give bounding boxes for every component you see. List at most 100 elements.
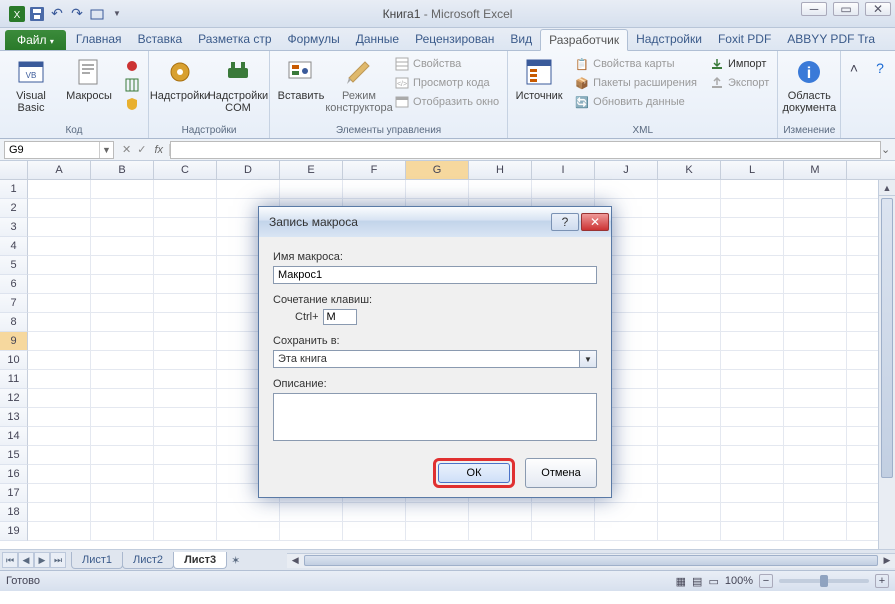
qat-item[interactable] bbox=[88, 5, 106, 23]
cell-M2[interactable] bbox=[784, 199, 847, 217]
macro-name-input[interactable] bbox=[273, 266, 597, 284]
excel-icon[interactable]: X bbox=[8, 5, 26, 23]
colhdr-M[interactable]: M bbox=[784, 161, 847, 179]
cell-L2[interactable] bbox=[721, 199, 784, 217]
cell-K9[interactable] bbox=[658, 332, 721, 350]
tab-рецензирован[interactable]: Рецензирован bbox=[407, 29, 502, 50]
cell-L6[interactable] bbox=[721, 275, 784, 293]
com-addins-button[interactable]: Надстройки COM bbox=[211, 53, 265, 117]
cell-A8[interactable] bbox=[28, 313, 91, 331]
tab-разработчик[interactable]: Разработчик bbox=[540, 29, 628, 51]
tab-главная[interactable]: Главная bbox=[68, 29, 130, 50]
cell-A12[interactable] bbox=[28, 389, 91, 407]
cell-M6[interactable] bbox=[784, 275, 847, 293]
cell-A7[interactable] bbox=[28, 294, 91, 312]
cell-K17[interactable] bbox=[658, 484, 721, 502]
cell-F1[interactable] bbox=[343, 180, 406, 198]
cell-C5[interactable] bbox=[154, 256, 217, 274]
ok-button[interactable]: ОК bbox=[438, 463, 510, 483]
cell-H1[interactable] bbox=[469, 180, 532, 198]
cell-K13[interactable] bbox=[658, 408, 721, 426]
cell-K5[interactable] bbox=[658, 256, 721, 274]
cell-B19[interactable] bbox=[91, 522, 154, 540]
cell-C17[interactable] bbox=[154, 484, 217, 502]
dialog-help-button[interactable]: ? bbox=[551, 213, 579, 231]
restore-button[interactable]: ▭ bbox=[833, 2, 859, 16]
cell-C4[interactable] bbox=[154, 237, 217, 255]
cell-L7[interactable] bbox=[721, 294, 784, 312]
cell-A1[interactable] bbox=[28, 180, 91, 198]
cell-L10[interactable] bbox=[721, 351, 784, 369]
cell-M7[interactable] bbox=[784, 294, 847, 312]
colhdr-E[interactable]: E bbox=[280, 161, 343, 179]
new-sheet-icon[interactable]: ✶ bbox=[231, 554, 247, 567]
cell-M13[interactable] bbox=[784, 408, 847, 426]
tab-file[interactable]: Файл ▾ bbox=[5, 30, 66, 50]
cell-M16[interactable] bbox=[784, 465, 847, 483]
cell-B5[interactable] bbox=[91, 256, 154, 274]
cell-G18[interactable] bbox=[406, 503, 469, 521]
cell-M18[interactable] bbox=[784, 503, 847, 521]
colhdr-D[interactable]: D bbox=[217, 161, 280, 179]
view-normal-icon[interactable]: ▦ bbox=[676, 575, 686, 588]
cell-L3[interactable] bbox=[721, 218, 784, 236]
store-select[interactable]: Эта книга ▼ bbox=[273, 350, 597, 368]
cell-M10[interactable] bbox=[784, 351, 847, 369]
scroll-up-icon[interactable]: ▲ bbox=[879, 180, 895, 196]
colhdr-K[interactable]: K bbox=[658, 161, 721, 179]
cell-L18[interactable] bbox=[721, 503, 784, 521]
cell-L16[interactable] bbox=[721, 465, 784, 483]
cell-K1[interactable] bbox=[658, 180, 721, 198]
cell-A10[interactable] bbox=[28, 351, 91, 369]
help-icon[interactable]: ? bbox=[869, 59, 891, 77]
cell-K2[interactable] bbox=[658, 199, 721, 217]
cell-B2[interactable] bbox=[91, 199, 154, 217]
cell-C10[interactable] bbox=[154, 351, 217, 369]
description-input[interactable] bbox=[273, 393, 597, 441]
colhdr-C[interactable]: C bbox=[154, 161, 217, 179]
cell-A16[interactable] bbox=[28, 465, 91, 483]
cell-H19[interactable] bbox=[469, 522, 532, 540]
namebox-dropdown-icon[interactable]: ▼ bbox=[99, 142, 113, 158]
insert-control-button[interactable]: Вставить bbox=[274, 53, 328, 105]
cell-J19[interactable] bbox=[595, 522, 658, 540]
cell-B15[interactable] bbox=[91, 446, 154, 464]
cell-B11[interactable] bbox=[91, 370, 154, 388]
tab-разметка стр[interactable]: Разметка стр bbox=[190, 29, 279, 50]
cell-K4[interactable] bbox=[658, 237, 721, 255]
map-properties-button[interactable]: 📋Свойства карты bbox=[570, 55, 701, 73]
cell-I19[interactable] bbox=[532, 522, 595, 540]
cell-L15[interactable] bbox=[721, 446, 784, 464]
cell-I18[interactable] bbox=[532, 503, 595, 521]
name-box[interactable]: G9 ▼ bbox=[4, 141, 114, 159]
colhdr-J[interactable]: J bbox=[595, 161, 658, 179]
cell-C7[interactable] bbox=[154, 294, 217, 312]
formula-input[interactable] bbox=[170, 141, 881, 159]
cell-L4[interactable] bbox=[721, 237, 784, 255]
sheet-tab-Лист1[interactable]: Лист1 bbox=[71, 552, 123, 569]
cell-C12[interactable] bbox=[154, 389, 217, 407]
cell-M8[interactable] bbox=[784, 313, 847, 331]
cell-A9[interactable] bbox=[28, 332, 91, 350]
cell-L1[interactable] bbox=[721, 180, 784, 198]
sheet-first-icon[interactable]: ⏮ bbox=[2, 552, 18, 568]
qat-undo-icon[interactable]: ↶ bbox=[48, 5, 66, 23]
cell-A4[interactable] bbox=[28, 237, 91, 255]
rowhdr-7[interactable]: 7 bbox=[0, 294, 28, 313]
rowhdr-5[interactable]: 5 bbox=[0, 256, 28, 275]
cell-L5[interactable] bbox=[721, 256, 784, 274]
rowhdr-9[interactable]: 9 bbox=[0, 332, 28, 351]
cell-M1[interactable] bbox=[784, 180, 847, 198]
tab-вставка[interactable]: Вставка bbox=[130, 29, 191, 50]
cell-A19[interactable] bbox=[28, 522, 91, 540]
macro-security-button[interactable] bbox=[120, 95, 144, 113]
cell-B13[interactable] bbox=[91, 408, 154, 426]
cell-K16[interactable] bbox=[658, 465, 721, 483]
qat-save-icon[interactable] bbox=[28, 5, 46, 23]
cell-K10[interactable] bbox=[658, 351, 721, 369]
cell-J18[interactable] bbox=[595, 503, 658, 521]
colhdr-L[interactable]: L bbox=[721, 161, 784, 179]
cell-D19[interactable] bbox=[217, 522, 280, 540]
cell-A15[interactable] bbox=[28, 446, 91, 464]
cell-C8[interactable] bbox=[154, 313, 217, 331]
